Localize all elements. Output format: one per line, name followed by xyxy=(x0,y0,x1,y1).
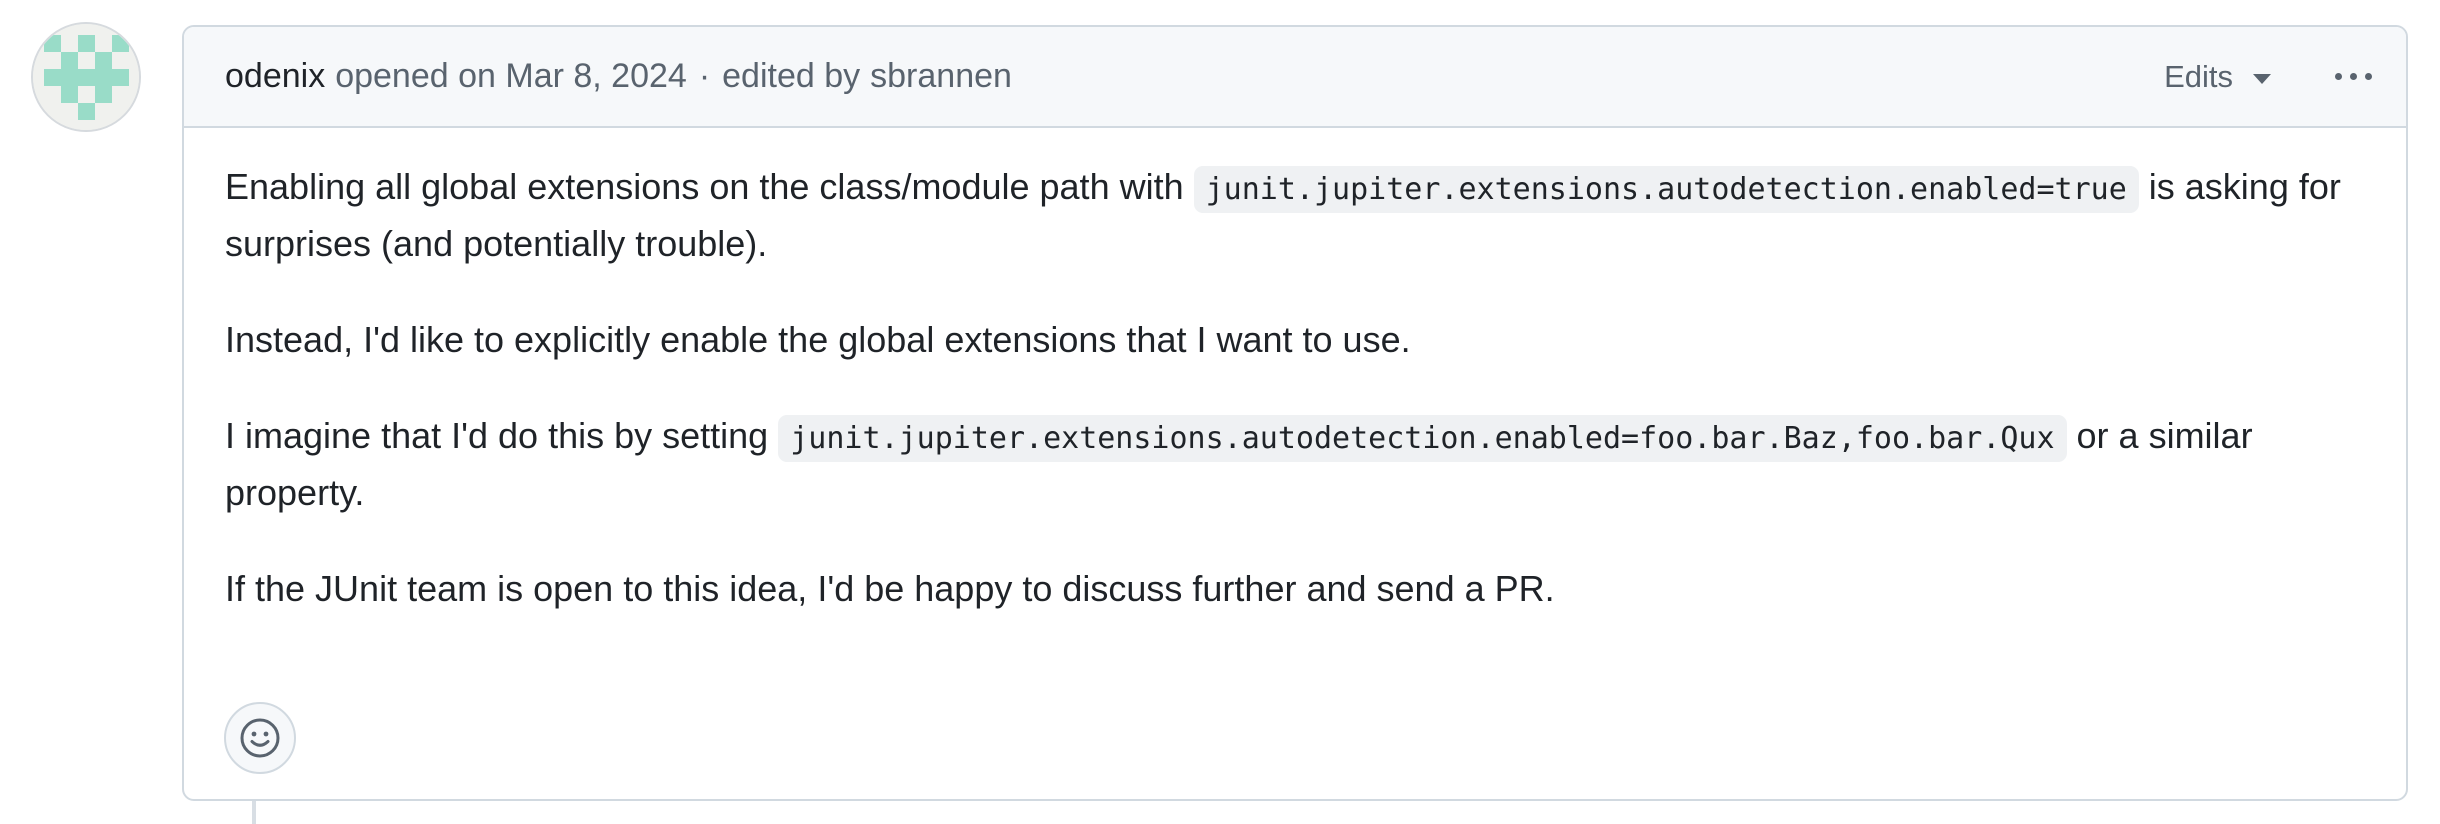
inline-code: junit.jupiter.extensions.autodetection.e… xyxy=(1193,166,2139,213)
issue-comment: odenix opened on Mar 8, 2024 · edited by… xyxy=(182,25,2408,801)
header-actions: Edits xyxy=(2164,59,2376,95)
identicon xyxy=(33,24,139,130)
edits-label: Edits xyxy=(2164,58,2233,94)
paragraph-text: I imagine that I'd do this by setting xyxy=(225,415,769,456)
timeline-line xyxy=(252,800,256,824)
body-paragraph-3: I imagine that I'd do this by setting ju… xyxy=(225,409,2365,520)
separator-dot: · xyxy=(698,57,711,95)
body-paragraph-1: Enabling all global extensions on the cl… xyxy=(225,160,2365,271)
comment-body: Enabling all global extensions on the cl… xyxy=(184,128,2406,616)
opened-date[interactable]: opened on Mar 8, 2024 xyxy=(335,57,687,96)
inline-code: junit.jupiter.extensions.autodetection.e… xyxy=(778,415,2067,462)
smiley-icon xyxy=(240,718,280,758)
body-paragraph-4: If the JUnit team is open to this idea, … xyxy=(225,562,2365,616)
paragraph-text: Enabling all global extensions on the cl… xyxy=(225,166,1184,207)
paragraph-text: Instead, I'd like to explicitly enable t… xyxy=(225,319,1411,360)
edits-dropdown[interactable]: Edits xyxy=(2164,59,2271,95)
avatar[interactable] xyxy=(31,22,141,132)
editor-link[interactable]: sbrannen xyxy=(870,57,1012,96)
kebab-horizontal-icon[interactable] xyxy=(2331,63,2376,90)
chevron-down-icon xyxy=(2253,73,2271,84)
add-reaction-button[interactable] xyxy=(224,702,296,774)
comment-header: odenix opened on Mar 8, 2024 · edited by… xyxy=(184,27,2406,128)
edited-by-label: edited by xyxy=(722,57,861,95)
paragraph-text: If the JUnit team is open to this idea, … xyxy=(225,568,1555,609)
body-paragraph-2: Instead, I'd like to explicitly enable t… xyxy=(225,313,2365,367)
author-link[interactable]: odenix xyxy=(225,57,325,96)
